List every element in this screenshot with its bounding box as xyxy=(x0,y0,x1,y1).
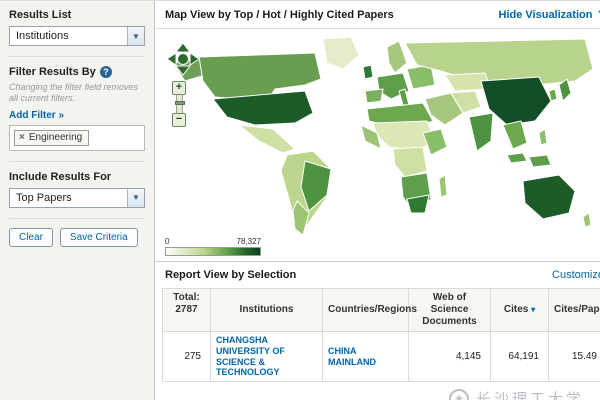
hide-visualization-label: Hide Visualization xyxy=(499,9,593,21)
save-criteria-button[interactable]: Save Criteria xyxy=(60,228,138,247)
zoom-out-button[interactable]: − xyxy=(172,113,186,127)
map-view-title: Map View by Top / Hot / Highly Cited Pap… xyxy=(165,9,394,21)
help-icon[interactable]: ? xyxy=(100,66,112,78)
pan-left-icon xyxy=(167,53,176,65)
collapse-icon: ⌃ xyxy=(596,9,600,20)
esi-app-window: Results List Institutions ▼ Filter Resul… xyxy=(0,0,600,400)
legend-min-value: 0 xyxy=(165,237,169,246)
report-table: Total: 2787 Institutions Countries/Regio… xyxy=(162,288,600,382)
filter-by-section: Filter Results By? Changing the filter f… xyxy=(9,66,145,162)
table-header-row: Total: 2787 Institutions Countries/Regio… xyxy=(163,289,600,332)
active-filters-box: × Engineering xyxy=(9,125,145,151)
pan-down-icon xyxy=(176,66,190,75)
world-choropleth-map[interactable] xyxy=(155,29,600,261)
column-header-countries[interactable]: Countries/Regions xyxy=(323,289,409,332)
results-list-label: Results List xyxy=(9,9,145,21)
pan-center-icon xyxy=(178,54,189,65)
column-header-institutions[interactable]: Institutions xyxy=(211,289,323,332)
world-map-area: + − 0 78,327 xyxy=(155,29,600,261)
zoom-slider[interactable] xyxy=(176,95,183,113)
map-region-oceania[interactable] xyxy=(523,175,591,227)
filter-sidebar: Results List Institutions ▼ Filter Resul… xyxy=(0,1,155,400)
map-region-south-america[interactable] xyxy=(281,151,331,235)
sort-desc-icon: ▾ xyxy=(531,305,535,314)
customize-link[interactable]: Customize xyxy=(552,269,600,281)
row-cites-per-paper-cell: 15.49 xyxy=(549,332,600,382)
row-cites-cell: 64,191 xyxy=(491,332,549,382)
add-filter-link[interactable]: Add Filter » xyxy=(9,110,64,121)
pan-right-icon xyxy=(190,53,199,65)
row-institution-cell: CHANGSHA UNIVERSITY OF SCIENCE & TECHNOL… xyxy=(211,332,323,382)
filter-by-label: Filter Results By xyxy=(9,66,96,78)
chevron-down-icon: ▼ xyxy=(127,27,144,45)
total-label: Total: xyxy=(168,292,205,304)
results-list-selected-value: Institutions xyxy=(16,30,69,42)
hide-visualization-link[interactable]: Hide Visualization ⌃ xyxy=(499,9,600,21)
results-list-dropdown[interactable]: Institutions ▼ xyxy=(9,26,145,46)
legend-max-value: 78,327 xyxy=(237,237,261,246)
sidebar-actions: Clear Save Criteria xyxy=(9,228,145,257)
column-header-cites[interactable]: Cites ▾ xyxy=(491,289,549,332)
institution-link[interactable]: CHANGSHA UNIVERSITY OF SCIENCE & TECHNOL… xyxy=(216,335,317,378)
map-zoom-control: + − xyxy=(172,81,186,127)
total-header-cell: Total: 2787 xyxy=(163,289,211,332)
include-results-selected-value: Top Papers xyxy=(16,192,72,204)
country-link[interactable]: CHINA MAINLAND xyxy=(328,346,376,367)
row-count-cell: 275 xyxy=(163,332,211,382)
filter-note: Changing the filter field removes all cu… xyxy=(9,82,145,105)
legend-gradient-bar xyxy=(165,247,261,256)
map-pan-control[interactable] xyxy=(165,41,201,77)
include-results-dropdown[interactable]: Top Papers ▼ xyxy=(9,188,145,208)
zoom-slider-handle[interactable] xyxy=(175,101,185,105)
report-section: Report View by Selection Customize Total… xyxy=(155,261,600,400)
filter-tag-label: Engineering xyxy=(29,132,82,143)
filter-tag-engineering[interactable]: × Engineering xyxy=(14,130,89,146)
cites-header-label: Cites xyxy=(504,304,528,315)
results-list-section: Results List Institutions ▼ xyxy=(9,9,145,57)
main-panel: Map View by Top / Hot / Highly Cited Pap… xyxy=(155,1,600,400)
column-header-documents[interactable]: Web of Science Documents xyxy=(409,289,491,332)
row-documents-cell: 4,145 xyxy=(409,332,491,382)
map-color-legend: 0 78,327 xyxy=(165,237,261,256)
total-value: 2787 xyxy=(168,304,205,316)
map-header-bar: Map View by Top / Hot / Highly Cited Pap… xyxy=(155,1,600,29)
chevron-down-icon: ▼ xyxy=(127,189,144,207)
include-results-label: Include Results For xyxy=(9,171,145,183)
zoom-in-button[interactable]: + xyxy=(172,81,186,95)
pan-up-icon xyxy=(176,43,190,52)
column-header-cites-per-paper[interactable]: Cites/Paper xyxy=(549,289,600,332)
table-row: 275 CHANGSHA UNIVERSITY OF SCIENCE & TEC… xyxy=(163,332,600,382)
row-country-cell: CHINA MAINLAND xyxy=(323,332,409,382)
include-results-section: Include Results For Top Papers ▼ xyxy=(9,171,145,219)
map-region-africa[interactable] xyxy=(361,103,447,213)
clear-button[interactable]: Clear xyxy=(9,228,53,247)
remove-filter-icon[interactable]: × xyxy=(19,132,25,143)
report-header-bar: Report View by Selection Customize xyxy=(155,262,600,288)
report-title: Report View by Selection xyxy=(165,269,296,281)
